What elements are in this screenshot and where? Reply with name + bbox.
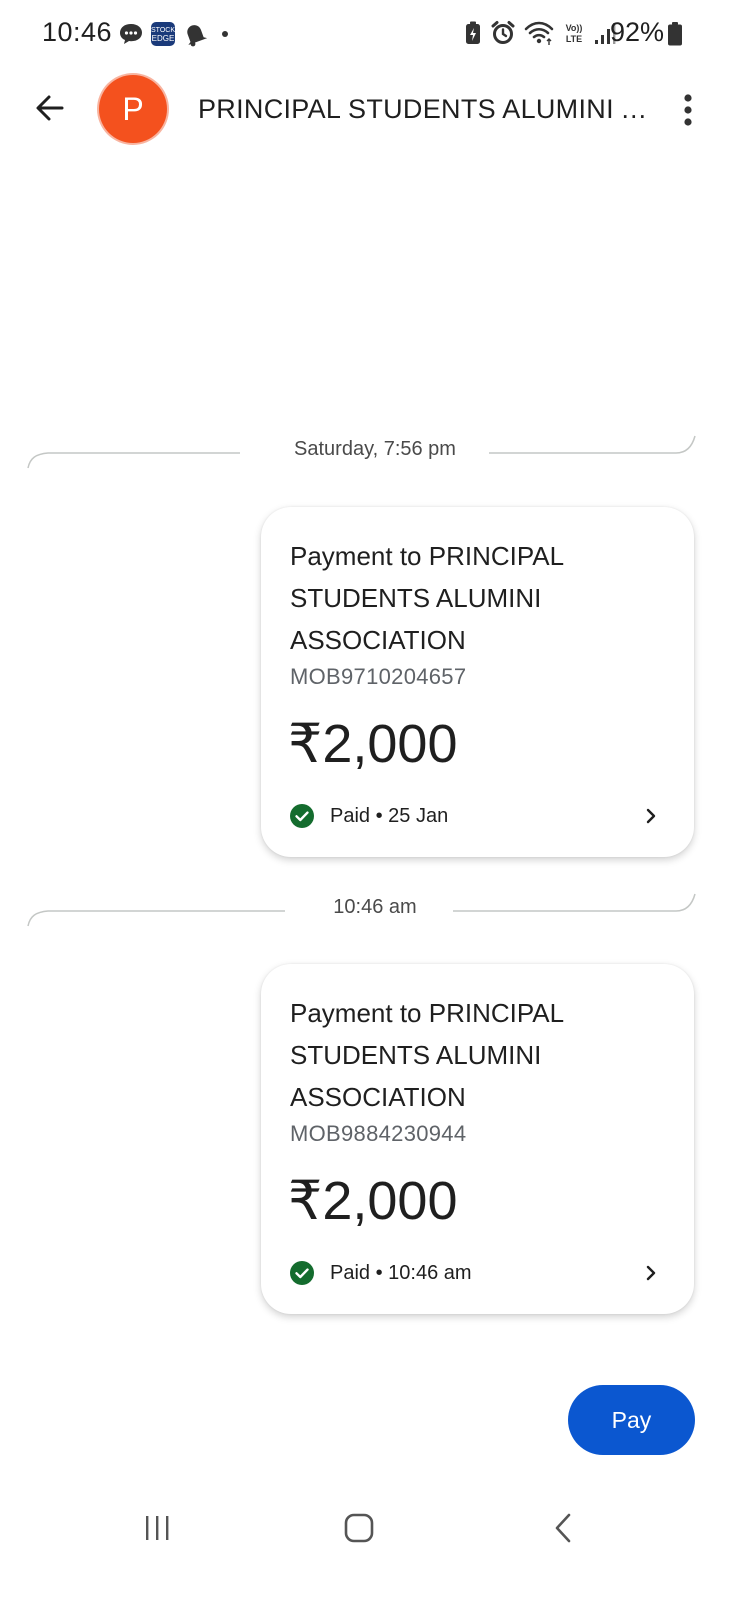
check-circle-icon bbox=[290, 804, 314, 828]
status-time: 10:46 bbox=[42, 17, 113, 47]
contact-name[interactable]: PRINCIPAL STUDENTS ALUMINI ASSOCIATION bbox=[198, 94, 650, 125]
back-icon bbox=[555, 1513, 571, 1543]
app-bar: P PRINCIPAL STUDENTS ALUMINI ASSOCIATION bbox=[0, 70, 738, 150]
date-divider: Saturday, 7:56 pm bbox=[0, 432, 738, 472]
bell-icon bbox=[182, 21, 208, 47]
chevron-right-icon bbox=[644, 1264, 658, 1282]
home-button[interactable] bbox=[329, 1506, 389, 1550]
payment-status-text: Paid • 10:46 am bbox=[330, 1261, 472, 1284]
volte-icon: Vo)) LTE bbox=[562, 20, 586, 46]
notification-icons: STOCK EDGE bbox=[118, 21, 234, 47]
payment-reference: MOB9710204657 bbox=[290, 664, 467, 689]
chat-bubble-icon bbox=[118, 21, 144, 47]
payment-status: Paid • 10:46 am bbox=[290, 1261, 472, 1285]
recent-apps-icon bbox=[146, 1516, 169, 1540]
battery-percent: 92% bbox=[609, 17, 664, 47]
payment-amount: ₹2,000 bbox=[288, 714, 458, 774]
payment-status-text: Paid • 25 Jan bbox=[330, 804, 449, 827]
volte-label-bottom: LTE bbox=[566, 34, 582, 44]
back-button[interactable] bbox=[26, 84, 74, 132]
battery-saver-icon bbox=[464, 20, 482, 46]
avatar-initial: P bbox=[122, 90, 144, 127]
system-icons: Vo)) LTE bbox=[456, 20, 616, 46]
payment-status: Paid • 25 Jan bbox=[290, 804, 448, 828]
alarm-icon bbox=[490, 20, 516, 46]
payment-card[interactable]: Payment to PRINCIPAL STUDENTS ALUMINI AS… bbox=[261, 507, 694, 857]
volte-label-top: Vo)) bbox=[566, 23, 583, 33]
date-label: 10:46 am bbox=[297, 896, 453, 919]
payment-title: Payment to PRINCIPAL STUDENTS ALUMINI AS… bbox=[290, 541, 564, 655]
recent-apps-button[interactable] bbox=[127, 1506, 187, 1550]
app-badge-bottom: EDGE bbox=[152, 34, 175, 43]
stock-edge-app-icon: STOCK EDGE bbox=[150, 21, 176, 47]
status-bar: 10:46 STOCK EDGE Vo)) LTE 92% bbox=[0, 0, 738, 70]
system-back-button[interactable] bbox=[533, 1506, 593, 1550]
battery-icon bbox=[668, 22, 682, 51]
payment-title: Payment to PRINCIPAL STUDENTS ALUMINI AS… bbox=[290, 998, 564, 1112]
payment-reference: MOB9884230944 bbox=[290, 1121, 467, 1146]
avatar[interactable]: P bbox=[99, 75, 167, 143]
date-label: Saturday, 7:56 pm bbox=[261, 438, 489, 461]
date-divider: 10:46 am bbox=[0, 890, 738, 930]
home-icon bbox=[344, 1513, 374, 1543]
pay-button[interactable]: Pay bbox=[568, 1385, 695, 1455]
wifi-icon bbox=[524, 20, 554, 46]
payment-card[interactable]: Payment to PRINCIPAL STUDENTS ALUMINI AS… bbox=[261, 964, 694, 1314]
chevron-right-icon bbox=[644, 807, 658, 825]
arrow-back-icon bbox=[36, 95, 64, 121]
navigation-bar bbox=[0, 1480, 738, 1576]
more-vert-icon bbox=[684, 94, 692, 126]
payment-amount: ₹2,000 bbox=[288, 1171, 458, 1231]
app-badge-top: STOCK bbox=[151, 27, 175, 34]
check-circle-icon bbox=[290, 1261, 314, 1285]
more-options-button[interactable] bbox=[670, 88, 706, 132]
more-notifications-dot bbox=[222, 31, 228, 37]
